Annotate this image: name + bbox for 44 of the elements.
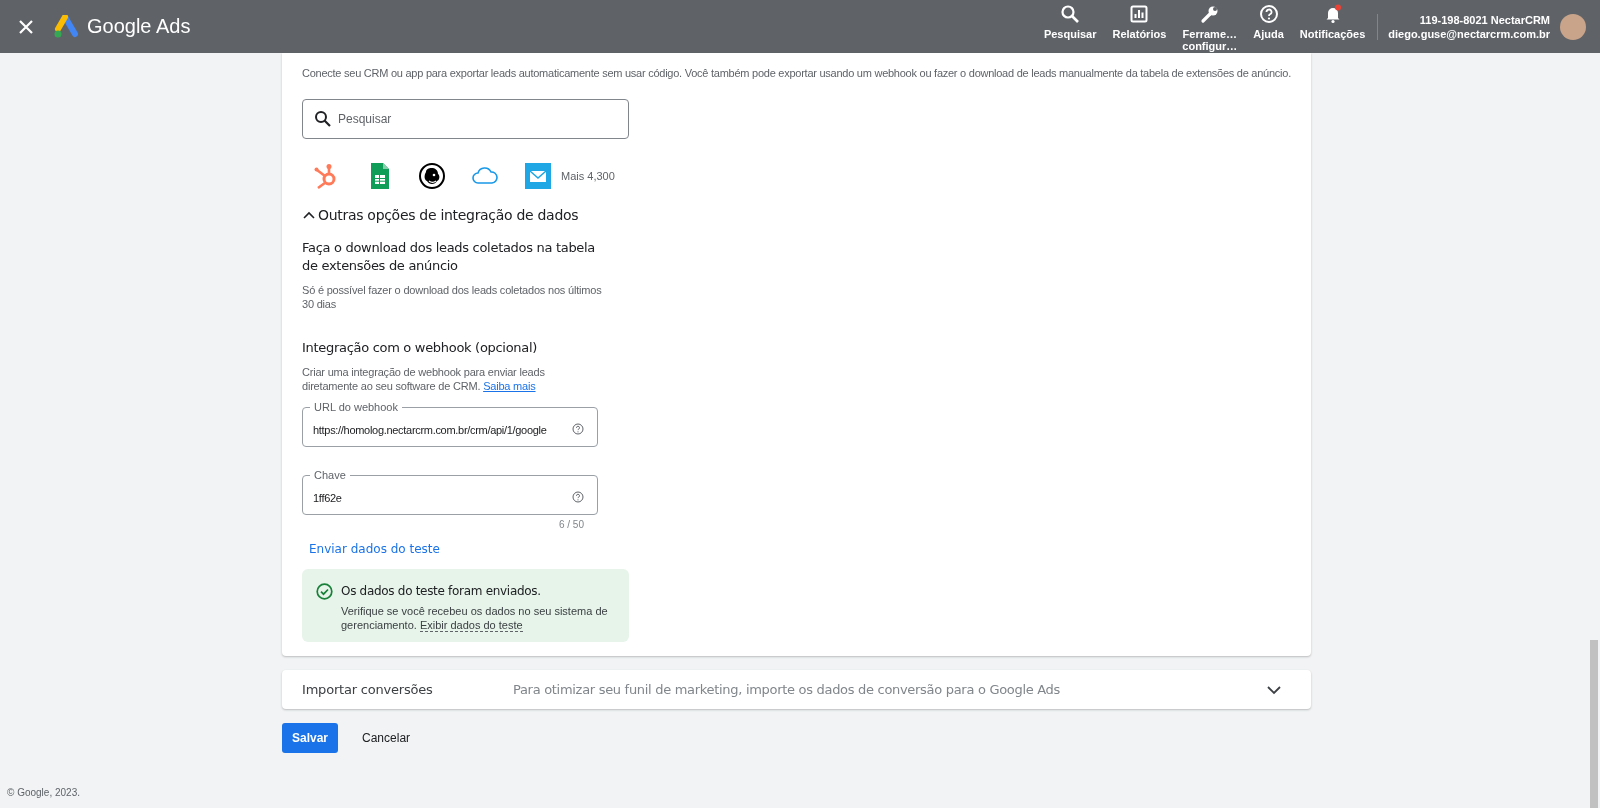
learn-more-link[interactable]: Saiba mais: [483, 380, 536, 392]
envelope-icon[interactable]: [524, 162, 552, 190]
reports-button[interactable]: Relatórios: [1104, 0, 1175, 53]
help-icon[interactable]: [572, 423, 584, 435]
cancel-button[interactable]: Cancelar: [352, 723, 421, 753]
copyright-text: © Google, 2023.: [7, 787, 80, 798]
close-button[interactable]: [17, 17, 35, 36]
banner-title: Os dados do teste foram enviados.: [341, 583, 542, 600]
intro-text: Conecte seu CRM ou app para exportar leads automaticamente sem usar código. Você também pode exportar usando um webhook ou fazer o download de leads manualmente da tabela de extensões de anúncio.: [302, 66, 1291, 81]
tools-button[interactable]: Ferrame… configur…: [1174, 0, 1246, 53]
scrollbar-thumb[interactable]: [1590, 640, 1598, 808]
character-counter: 6 / 50: [557, 519, 584, 530]
section-description: Criar uma integração de webhook para enviar leads diretamente ao seu software de CRM. Saiba mais: [302, 365, 546, 393]
avatar[interactable]: [1560, 13, 1586, 40]
help-icon[interactable]: [572, 491, 584, 503]
panel-title: Importar conversões: [302, 682, 434, 697]
save-button[interactable]: Salvar: [282, 723, 339, 753]
wrench-icon: [1199, 4, 1220, 24]
help-button[interactable]: Ajuda: [1245, 0, 1292, 53]
section-description: Só é possível fazer o download dos leads coletados nos últimos 30 dias: [302, 283, 602, 311]
search-button[interactable]: Pesquisar: [1035, 0, 1105, 53]
search-field[interactable]: Pesquisar: [302, 99, 629, 139]
help-icon: [1258, 4, 1279, 24]
more-count: Mais 4,300: [561, 170, 615, 182]
search-icon: [314, 110, 332, 128]
monkey-icon[interactable]: [418, 162, 446, 190]
bar-chart-icon: [1129, 4, 1150, 24]
logo-icon: [53, 14, 79, 39]
section-toggle[interactable]: Outras opções de integração de dados: [302, 207, 579, 223]
search-icon: [1060, 4, 1081, 24]
account-name: 119-198-8021 NectarCRM: [1419, 12, 1550, 27]
notifications-button[interactable]: Notificações: [1291, 0, 1374, 53]
import-conversions-panel[interactable]: Importar conversões Para otimizar seu funil de marketing, importe os dados de conversão para o Google Ads: [282, 670, 1311, 709]
check-circle-icon: [316, 583, 333, 600]
logo-text: Google Ads: [87, 15, 191, 38]
section-title: Faça o download dos leads coletados na tabela de extensões de anúncio: [302, 239, 597, 275]
field-label: Chave: [310, 468, 350, 482]
section-title: Integração com o webhook (opcional): [302, 339, 538, 357]
banner-text: Verifique se você recebeu os dados no seu sistema de gerenciamento. Exibir dados do teste: [341, 604, 609, 632]
send-test-link[interactable]: Enviar dados do teste: [309, 542, 440, 556]
field-label: URL do webhook: [310, 400, 402, 414]
account-email: diego.guse@nectarcrm.com.br: [1388, 26, 1550, 41]
view-test-data-link[interactable]: Exibir dados do teste: [419, 619, 523, 632]
panel-description: Para otimizar seu funil de marketing, importe os dados de conversão para o Google Ads: [513, 682, 1062, 697]
